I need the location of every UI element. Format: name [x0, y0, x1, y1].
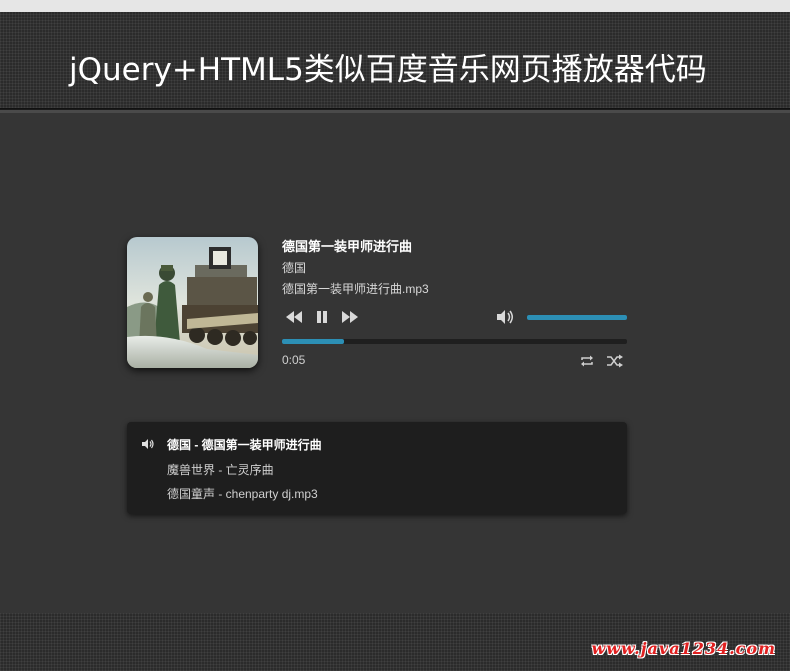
volume-slider-fill: [527, 315, 627, 320]
track-filename: 德国第一装甲师进行曲.mp3: [282, 282, 429, 296]
watermark-logo: www.java1234.com: [591, 639, 776, 658]
album-cover: [127, 237, 258, 368]
track-title: 德国第一装甲师进行曲: [282, 239, 413, 254]
album-cover-image: [127, 237, 258, 368]
volume-icon: [497, 310, 513, 324]
shuffle-button[interactable]: [606, 354, 624, 368]
rewind-icon: [286, 311, 302, 323]
current-time: 0:05: [282, 353, 306, 367]
header-divider: [0, 109, 790, 113]
progress-bar-fill: [282, 339, 345, 344]
shuffle-icon: [607, 354, 623, 368]
volume-button[interactable]: [495, 308, 515, 326]
previous-track-button[interactable]: [284, 308, 304, 326]
next-track-button[interactable]: [340, 308, 360, 326]
volume-slider[interactable]: [527, 315, 627, 320]
playlist: 德国 - 德国第一装甲师进行曲 魔兽世界 - 亡灵序曲 德国童声 - chenp…: [127, 422, 627, 514]
page-title: jQuery+HTML5类似百度音乐网页播放器代码: [69, 52, 707, 88]
fast-forward-icon: [342, 311, 358, 323]
progress-bar[interactable]: [282, 339, 627, 344]
playlist-item[interactable]: 德国 - 德国第一装甲师进行曲: [167, 436, 322, 453]
browser-top-strip: [0, 0, 790, 12]
repeat-button[interactable]: [579, 354, 595, 368]
playlist-item[interactable]: 德国童声 - chenparty dj.mp3: [167, 485, 318, 502]
repeat-icon: [581, 355, 593, 367]
playlist-item[interactable]: 魔兽世界 - 亡灵序曲: [167, 461, 274, 478]
pause-button[interactable]: [313, 308, 331, 326]
now-playing-speaker-icon: [141, 437, 155, 449]
pause-icon: [317, 311, 327, 323]
track-artist: 德国: [282, 261, 307, 275]
